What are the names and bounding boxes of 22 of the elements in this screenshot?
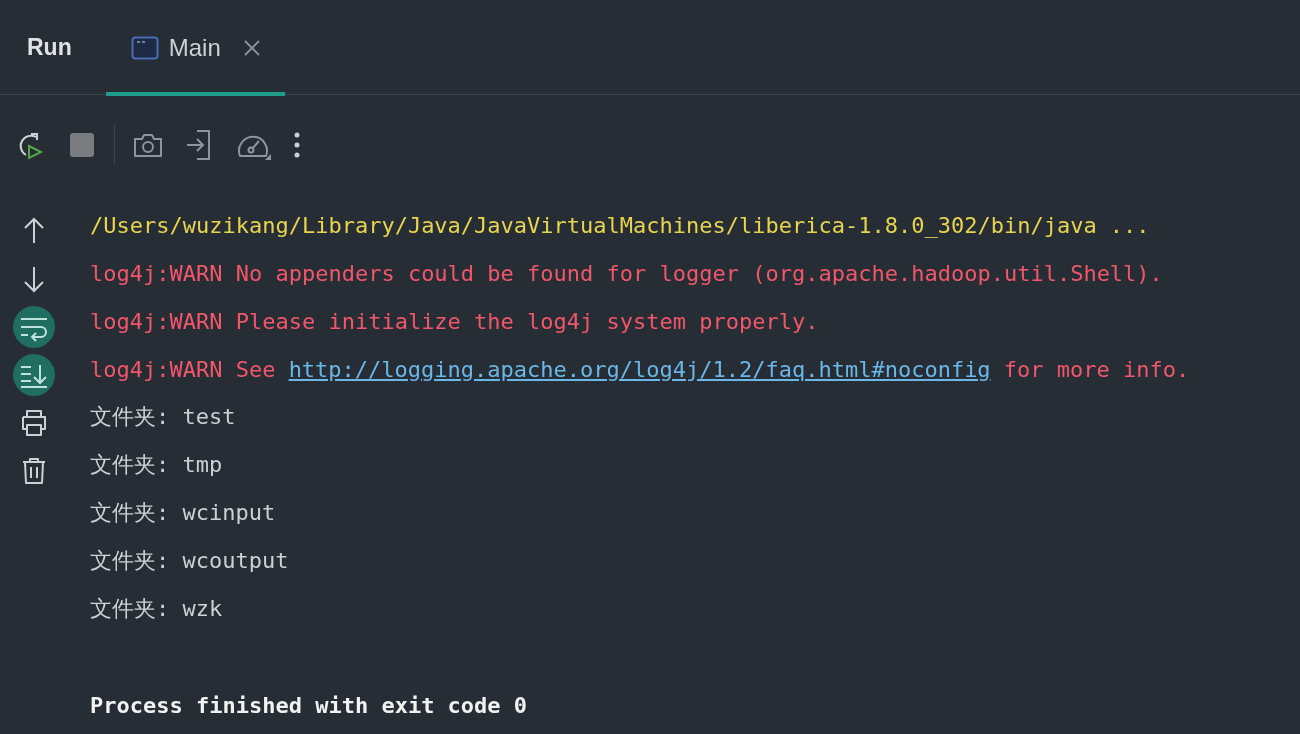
console-line: 文件夹: tmp <box>90 451 223 479</box>
console-line: /Users/wuzikang/Library/Java/JavaVirtualMachines/liberica-1.8.0_302/bin/java ... <box>90 212 1150 238</box>
panel-title: Run <box>27 33 72 61</box>
camera-icon[interactable] <box>133 131 163 159</box>
soft-wrap-icon[interactable] <box>12 305 56 349</box>
scroll-to-end-icon[interactable] <box>12 353 56 397</box>
console-link[interactable]: http://logging.apache.org/log4j/1.2/faq.html#noconfig <box>288 356 991 382</box>
console-line: 文件夹: wcinput <box>90 499 276 527</box>
console-line: 文件夹: wzk <box>90 595 223 623</box>
console-line: 文件夹: wcoutput <box>90 547 289 575</box>
console-line: for more info. <box>1003 356 1190 382</box>
console-line: 文件夹: test <box>90 403 236 431</box>
console-line: log4j:WARN No appenders could be found for logger (org.apache.hadoop.util.Shell). <box>90 260 1163 286</box>
window-icon <box>130 35 159 60</box>
close-icon[interactable] <box>242 38 261 57</box>
more-icon[interactable] <box>293 131 301 159</box>
stop-icon[interactable] <box>68 131 96 159</box>
console-line: Process finished with exit code 0 <box>90 692 528 718</box>
tab[interactable]: Main <box>105 0 285 96</box>
console-line: log4j:WARN See <box>90 356 276 382</box>
enter-icon[interactable] <box>185 129 213 161</box>
console-line: log4j:WARN Please initialize the log4j system properly. <box>90 308 819 334</box>
